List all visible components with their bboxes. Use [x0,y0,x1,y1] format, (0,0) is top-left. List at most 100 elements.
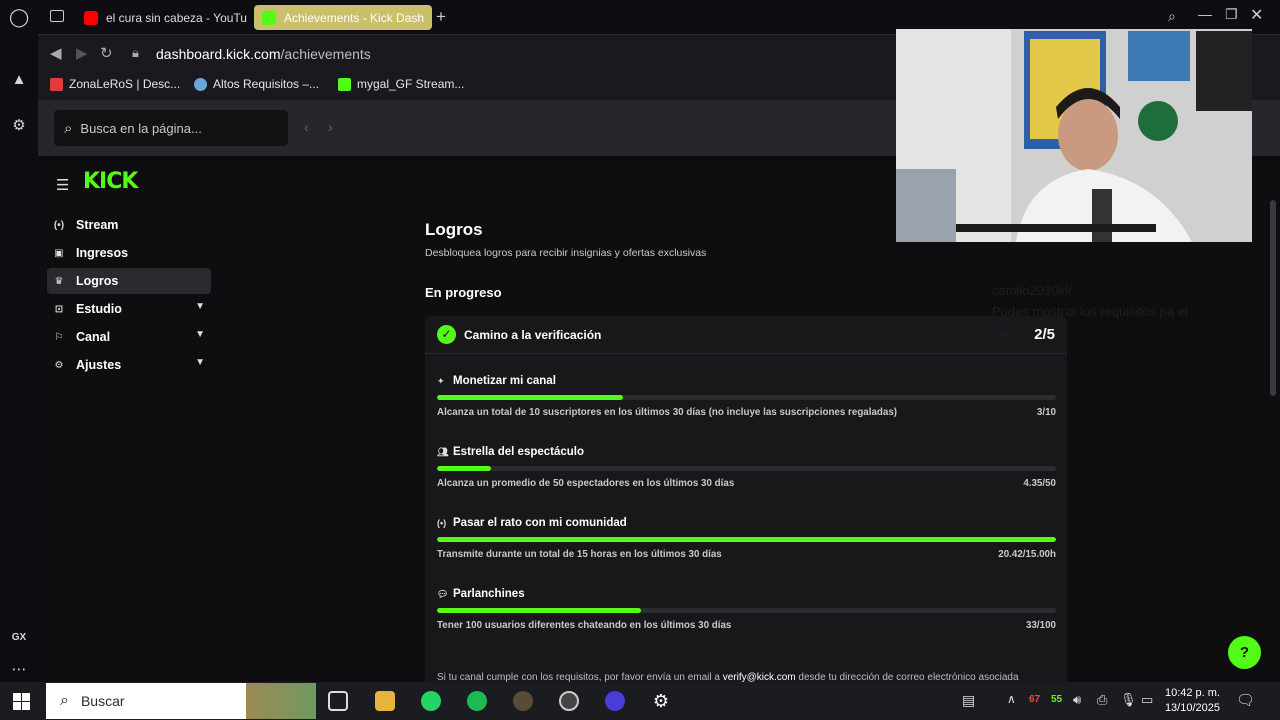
find-input[interactable] [80,120,271,136]
trophy-icon: ♛ [54,275,64,287]
find-next-icon[interactable]: › [328,119,333,135]
scrollbar[interactable] [1270,200,1276,396]
sidebar-item-stream[interactable]: (•) Stream [47,212,211,238]
file-explorer-icon[interactable] [375,691,395,711]
sidebar-item-label: Stream [76,218,119,232]
hamburger-menu-icon[interactable]: ☰ [56,176,69,194]
bookmark-zonaleros[interactable]: ZonaLeRoS | Desc... [50,77,180,91]
chevron-up-icon[interactable]: ∧ [1007,692,1016,706]
requirement-value: 20.42/15.00h [998,549,1056,560]
sparkle-icon: ✦ [437,375,445,386]
achievement-card: ✓ Camino a la verificación 2/5 ✦ Monetiza… [425,316,1067,682]
requirement-title: Monetizar mi canal [453,375,556,387]
forward-icon[interactable]: ▶ [76,44,88,62]
requirement-title: Parlanchines [453,588,525,600]
device-icon[interactable]: ⎙ [1097,692,1107,708]
youtube-icon [84,10,98,25]
find-input-wrapper: ⌕ [54,110,288,146]
requirement-value: 3/10 [1036,407,1056,418]
dashboard-sidebar: (•) Stream ▣ Ingresos ♛ Logros ⊡ Estudio ▼ ⚐… [38,210,218,682]
progress-fill [437,608,642,613]
news-icon[interactable]: ▤ [962,692,975,709]
bookmark-mygal[interactable]: mygal_GF Stream... [338,77,464,91]
more-icon[interactable]: ⋯ [9,660,29,680]
url-field[interactable]: dashboard.kick.com/achievements [156,46,371,62]
sidebar-item-label: Canal [76,330,111,344]
progress-track [437,608,1056,613]
kick-logo[interactable]: KICK [83,169,138,194]
volume-icon[interactable]: 🔊︎ [1073,692,1081,708]
gx-control-label[interactable]: GX [9,628,29,648]
url-host: dashboard.kick.com [156,46,281,62]
tray-temp-green: 55 [1051,694,1063,705]
requirement-value: 4.35/50 [1023,478,1056,489]
settings-icon[interactable]: ⚙ [651,691,671,711]
globe-icon [194,77,207,91]
spotify-icon[interactable] [467,691,487,711]
clock[interactable]: 10:42 p. m. 13/10/2025 [1165,686,1220,716]
kick-icon [338,77,351,91]
search-tabs-icon[interactable]: ⌕ [1168,8,1176,25]
kick-icon [262,10,276,25]
requirement-value: 33/100 [1026,620,1056,631]
minimize-icon[interactable]: — [1198,6,1212,22]
sidebar-item-estudio[interactable]: ⊡ Estudio ▼ [47,296,211,322]
section-title: En progreso [425,285,502,300]
taskbar-search-input[interactable] [80,693,231,709]
sidebar-item-canal[interactable]: ⚐ Canal ▼ [47,324,211,350]
opera-gx-icon[interactable] [513,691,533,711]
bookmark-label: mygal_GF Stream... [357,77,465,91]
lock-icon: 🔒︎ [132,45,139,60]
windows-start-icon[interactable] [13,693,30,710]
obs-icon[interactable] [559,691,579,711]
requirement-item: 👥︎ Estrella del espectáculo Alcanza un pr… [437,446,1056,506]
users-icon: 👥︎ [437,446,449,457]
reload-icon[interactable]: ↻ [100,44,113,62]
back-icon[interactable]: ◀ [50,44,62,62]
chat-overlay: camilo2030kk Podes mostrar los requisito… [992,280,1222,343]
clock-time: 10:42 p. m. [1164,687,1220,699]
aria-icon[interactable]: ▲ [9,70,29,90]
windows-taskbar: ⌕ ⚙ ▤ ∧ 67 55 🔊︎ ⎙ 🎙︎ ▭ 10:42 p. m. 13/1… [0,682,1280,720]
chat-message: Podes mostrar los requisitos pa el parce [992,304,1188,340]
requirement-description: Alcanza un promedio de 50 espectadores e… [437,478,735,489]
taskbar-search[interactable]: ⌕ [46,683,316,719]
verify-email-link[interactable]: verify@kick.com [723,672,796,682]
verification-note: Si tu canal cumple con los requisitos, p… [437,672,1019,682]
gear-icon[interactable]: ⚙ [9,116,29,136]
new-tab-button[interactable]: + [436,7,446,27]
bookmark-altos-requisitos[interactable]: Altos Requisitos –... [194,77,319,91]
chevron-down-icon: ▼ [195,357,205,368]
achievement-header[interactable]: ✓ Camino a la verificación 2/5 [425,316,1067,354]
app-icon[interactable] [605,691,625,711]
zonaleros-icon [50,77,63,91]
whatsapp-icon[interactable] [421,691,441,711]
notifications-icon[interactable]: 🗨︎ [1236,691,1255,709]
window-close-icon[interactable]: ✕ [1250,5,1263,25]
help-button[interactable]: ? [1228,636,1261,669]
opera-logo-icon[interactable]: ◯ [9,7,29,27]
task-view-icon[interactable] [328,691,348,711]
bookmark-label: ZonaLeRoS | Desc... [69,77,181,91]
studio-icon: ⊡ [54,303,64,315]
chat-username: camilo2030kk [992,283,1072,298]
sidebar-item-ajustes[interactable]: ⚙ Ajustes ▼ [47,352,211,378]
network-icon[interactable]: ▭ [1141,692,1153,708]
settings-icon: ⚙ [54,359,64,371]
chat-icon: 💬︎ [437,588,449,599]
broadcast-icon: (•) [53,219,65,231]
broadcast-icon: (•) [437,518,447,528]
tab-island-icon[interactable] [50,10,64,22]
microphone-icon[interactable]: 🎙︎ [1120,692,1137,708]
verified-badge-icon: ✓ [437,325,456,344]
requirement-item: 💬︎ Parlanchines Tener 100 usuarios difere… [437,588,1056,648]
requirement-title: Estrella del espectáculo [453,446,585,458]
progress-fill [437,537,1056,542]
sidebar-item-ingresos[interactable]: ▣ Ingresos [47,240,211,266]
tab-youtube[interactable]: el cura sin cabeza - YouTu [76,5,280,30]
sidebar-item-logros[interactable]: ♛ Logros [47,268,211,294]
tab-achievements[interactable]: Achievements - Kick Dash [254,5,432,30]
url-path: /achievements [280,46,371,62]
maximize-icon[interactable]: ❐ [1225,6,1238,23]
find-prev-icon[interactable]: ‹ [304,119,309,135]
